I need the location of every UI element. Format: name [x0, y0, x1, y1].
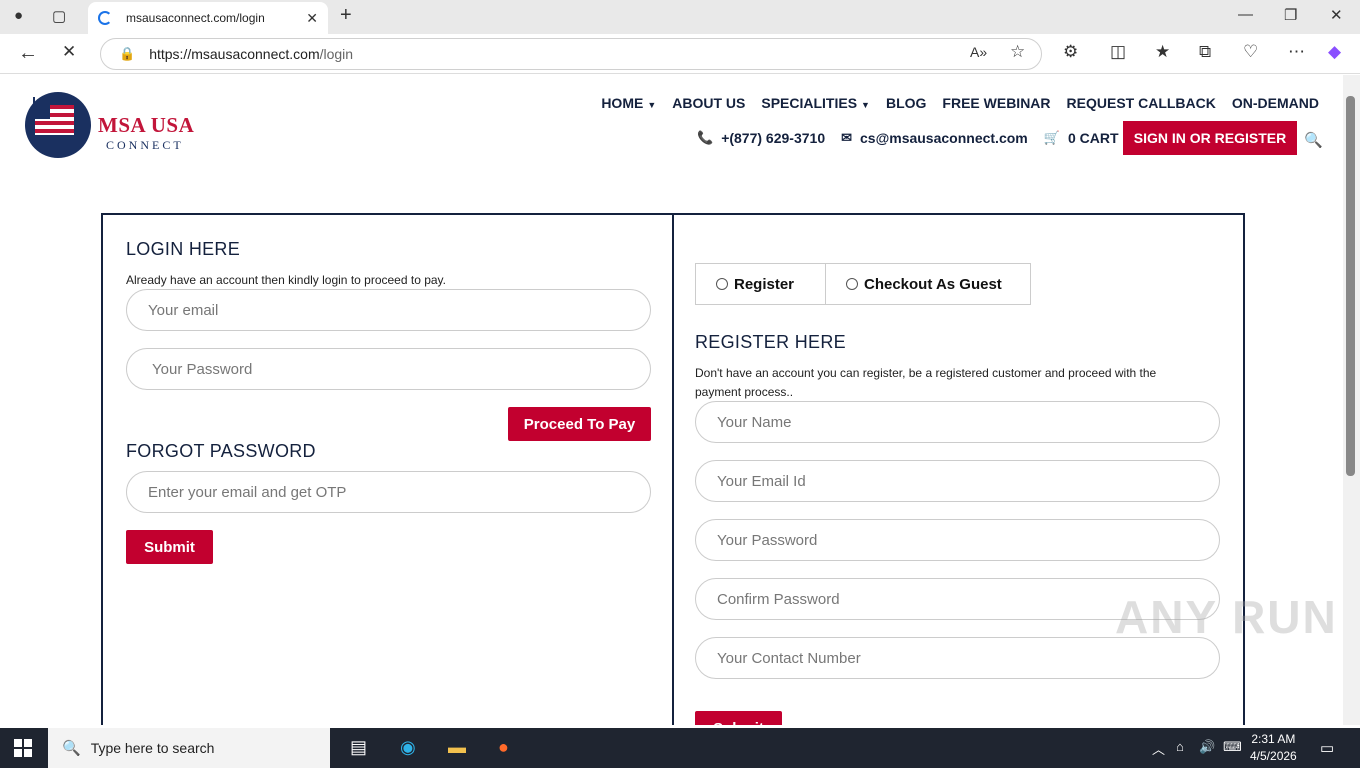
taskbar-search[interactable]: 🔍 Type here to search: [48, 728, 330, 768]
register-radio-option[interactable]: Register: [695, 263, 826, 305]
taskbar-search-placeholder: Type here to search: [90, 740, 215, 756]
cart-link[interactable]: 🛒 0 CART: [1044, 130, 1119, 146]
chevron-down-icon: ▼: [861, 100, 870, 110]
browser-tab[interactable]: msausaconnect.com/login ✕: [88, 2, 328, 34]
logo-subtitle: CONNECT: [106, 138, 184, 152]
show-hidden-icons-icon[interactable]: ︿: [1152, 739, 1165, 758]
register-password-input[interactable]: Your Password: [695, 519, 1220, 561]
task-view-icon[interactable]: ▤: [350, 737, 367, 758]
chevron-down-icon: ▼: [647, 100, 657, 110]
edge-icon[interactable]: ◉: [400, 737, 416, 758]
otp-email-input[interactable]: Enter your email and get OTP: [126, 471, 651, 513]
nav-on-demand[interactable]: ON-DEMAND: [1232, 95, 1319, 111]
url-path: /login: [319, 46, 354, 62]
register-submit-button[interactable]: Submit: [695, 711, 782, 725]
split-screen-icon[interactable]: ◫: [1110, 42, 1126, 62]
tab-title: msausaconnect.com/login: [126, 11, 265, 25]
nav-about[interactable]: ABOUT US: [672, 95, 745, 111]
clock-time: 2:31 AM: [1251, 732, 1296, 746]
network-icon[interactable]: ⌂: [1176, 739, 1184, 754]
loading-icon: [98, 11, 112, 25]
url-field[interactable]: 🔒 https://msausaconnect.com/login: [100, 38, 1042, 70]
clock-date: 4/5/2026: [1250, 749, 1297, 763]
nav-free-webinar[interactable]: FREE WEBINAR: [942, 95, 1050, 111]
copilot-icon[interactable]: ◆: [1328, 42, 1341, 62]
close-window-icon[interactable]: ✕: [1330, 6, 1343, 24]
register-title: REGISTER HERE: [695, 332, 846, 352]
favorites-icon[interactable]: ★: [1155, 42, 1170, 62]
stop-loading-icon[interactable]: ✕: [62, 42, 76, 62]
cart-label: 0 CART: [1067, 130, 1119, 146]
register-description: Don't have an account you can register, …: [695, 366, 1157, 399]
nav-specialities[interactable]: SPECIALITIES ▼: [761, 95, 870, 111]
nav-home[interactable]: HOME ▼: [601, 95, 656, 111]
scrollbar-thumb[interactable]: [1346, 96, 1355, 476]
nav-home-label: HOME: [601, 95, 644, 111]
minimize-icon[interactable]: —: [1238, 6, 1253, 23]
browser-essentials-icon[interactable]: ♡: [1243, 42, 1258, 62]
login-panel: LOGIN HERE Already have an account then …: [101, 213, 674, 725]
url-host: https://msausaconnect.com: [149, 46, 320, 62]
browser-tab-bar: ● ▢ msausaconnect.com/login ✕ + — ❐ ✕: [0, 0, 1360, 34]
collections-icon[interactable]: ⧉: [1199, 42, 1211, 62]
phone-link[interactable]: 📞 +(877) 629-3710: [697, 130, 825, 146]
forgot-submit-button[interactable]: Submit: [126, 530, 213, 564]
lock-icon: 🔒: [119, 46, 136, 61]
input-method-icon[interactable]: ⌨: [1223, 739, 1242, 755]
register-panel: Register Checkout As Guest REGISTER HERE…: [672, 213, 1245, 725]
site-logo[interactable]: MSA USA CONNECT: [20, 83, 200, 161]
tab-actions-icon[interactable]: ▢: [52, 7, 66, 25]
nav-request-callback[interactable]: REQUEST CALLBACK: [1067, 95, 1216, 111]
nav-specialities-label: SPECIALITIES: [761, 95, 858, 111]
main-nav: HOME ▼ ABOUT US SPECIALITIES ▼ BLOG FREE W…: [601, 95, 1319, 111]
nav-blog[interactable]: BLOG: [886, 95, 926, 111]
login-title: LOGIN HERE: [126, 239, 241, 259]
more-menu-icon[interactable]: ⋯: [1288, 42, 1305, 62]
firefox-icon[interactable]: ●: [498, 737, 509, 758]
login-password-input[interactable]: Your Password: [126, 348, 651, 390]
guest-radio-label: Checkout As Guest: [864, 275, 1002, 293]
new-tab-icon[interactable]: +: [340, 4, 352, 27]
notifications-icon[interactable]: ▭: [1320, 739, 1334, 757]
radio-button[interactable]: [846, 278, 858, 290]
name-input[interactable]: Your Name: [695, 401, 1220, 443]
extensions-icon[interactable]: ⚙: [1063, 42, 1078, 62]
flag-emblem-icon: [25, 92, 91, 158]
login-description: Already have an account then kindly logi…: [126, 273, 446, 287]
cart-icon: 🛒: [1043, 130, 1060, 145]
sign-in-register-button[interactable]: SIGN IN OR REGISTER: [1123, 121, 1297, 155]
phone-icon: 📞: [697, 130, 714, 145]
search-icon[interactable]: 🔍: [1304, 131, 1323, 149]
volume-icon[interactable]: 🔊: [1199, 739, 1215, 755]
proceed-to-pay-button[interactable]: Proceed To Pay: [508, 407, 651, 441]
clock[interactable]: 2:31 AM 4/5/2026: [1250, 731, 1297, 765]
start-button[interactable]: [14, 739, 32, 757]
favorite-star-icon[interactable]: ☆: [1010, 42, 1025, 62]
register-email-input[interactable]: Your Email Id: [695, 460, 1220, 502]
register-radio-label: Register: [734, 275, 795, 293]
forgot-password-title: FORGOT PASSWORD: [126, 441, 316, 461]
phone-number: +(877) 629-3710: [721, 130, 826, 146]
profile-icon[interactable]: ●: [14, 7, 23, 24]
back-icon[interactable]: ←: [18, 42, 38, 65]
read-aloud-icon[interactable]: A»: [970, 44, 987, 60]
login-email-input[interactable]: Your email: [126, 289, 651, 331]
radio-button[interactable]: [716, 278, 728, 290]
contact-row: 📞 +(877) 629-3710 ✉ cs@msausaconnect.com 🛒…: [697, 130, 1135, 146]
close-tab-icon[interactable]: ✕: [306, 10, 318, 27]
watermark: ANY RUN: [1115, 591, 1338, 643]
restore-icon[interactable]: ❐: [1284, 6, 1297, 24]
envelope-icon: ✉: [841, 130, 853, 145]
logo-name: MSA USA: [98, 113, 195, 137]
file-explorer-icon[interactable]: ▬: [448, 737, 466, 758]
email-address: cs@msausaconnect.com: [860, 130, 1028, 146]
windows-taskbar: 🔍 Type here to search ▤ ◉ ▬ ● ︿ ⌂ 🔊 ⌨ 2:…: [0, 728, 1360, 768]
address-toolbar: ← ✕ 🔒 https://msausaconnect.com/login A»…: [0, 34, 1360, 74]
search-icon: 🔍: [62, 740, 81, 757]
email-link[interactable]: ✉ cs@msausaconnect.com: [841, 130, 1028, 146]
guest-radio-option[interactable]: Checkout As Guest: [825, 263, 1031, 305]
